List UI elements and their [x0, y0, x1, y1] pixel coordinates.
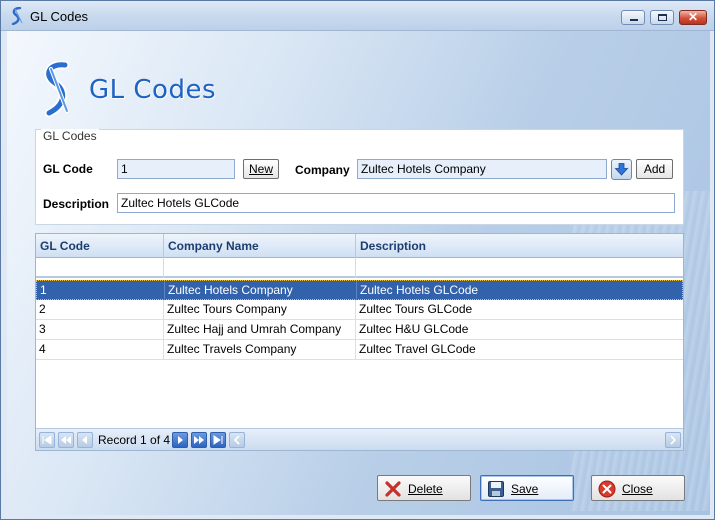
- description-input[interactable]: [117, 193, 675, 213]
- filter-cell-description[interactable]: [356, 258, 683, 278]
- close-button[interactable]: Close: [591, 475, 685, 501]
- minimize-icon: [630, 19, 638, 21]
- gl-codes-group: GL Code New Company Add Description: [35, 129, 684, 225]
- cell-gl-code[interactable]: 3: [36, 320, 164, 339]
- cell-description[interactable]: Zultec H&U GLCode: [356, 320, 683, 339]
- save-button[interactable]: Save: [480, 475, 574, 501]
- description-label: Description: [43, 197, 110, 211]
- cell-description[interactable]: Zultec Tours GLCode: [356, 300, 683, 319]
- filter-cell-company-name[interactable]: [164, 258, 356, 278]
- gl-code-label: GL Code: [43, 162, 93, 176]
- close-circle-icon: [598, 480, 616, 498]
- table-row[interactable]: 4 Zultec Travels Company Zultec Travel G…: [36, 340, 683, 360]
- previous-page-icon: [61, 436, 71, 444]
- cell-gl-code[interactable]: 4: [36, 340, 164, 359]
- add-company-button[interactable]: Add: [636, 159, 673, 179]
- client-area: GL Codes GL Code New Company Add Descrip…: [7, 31, 710, 515]
- logo-icon: [44, 61, 70, 118]
- cell-gl-code[interactable]: 1: [37, 281, 165, 300]
- new-button[interactable]: New: [243, 159, 279, 179]
- cell-company-name[interactable]: Zultec Travels Company: [164, 340, 356, 359]
- record-counter: Record 1 of 4: [98, 433, 171, 447]
- close-window-button[interactable]: ✕: [679, 10, 707, 25]
- column-header-description[interactable]: Description: [356, 234, 683, 258]
- title-bar[interactable]: GL Codes ✕: [1, 1, 714, 31]
- next-record-button[interactable]: [172, 432, 188, 448]
- close-icon: ✕: [687, 10, 699, 24]
- main-window: GL Codes ✕ GL Codes GL Code New Company: [0, 0, 715, 520]
- gl-codes-grid: GL Code Company Name Description 1 Zulte…: [35, 233, 684, 451]
- scroll-left-button[interactable]: [229, 432, 245, 448]
- scroll-left-icon: [233, 435, 240, 445]
- company-label: Company: [295, 163, 350, 177]
- delete-button-label: Delete: [408, 482, 443, 496]
- last-page-button[interactable]: [210, 432, 226, 448]
- next-page-icon: [194, 436, 204, 444]
- last-page-icon: [213, 435, 223, 445]
- cell-description[interactable]: Zultec Hotels GLCode: [357, 281, 682, 300]
- save-disk-icon: [488, 481, 504, 497]
- filter-row[interactable]: [36, 258, 683, 278]
- previous-record-icon: [82, 436, 87, 444]
- previous-page-button[interactable]: [58, 432, 74, 448]
- grid-header: GL Code Company Name Description: [36, 234, 683, 258]
- filter-cell-gl-code[interactable]: [36, 258, 164, 278]
- company-field[interactable]: [357, 159, 607, 179]
- table-row[interactable]: 3 Zultec Hajj and Umrah Company Zultec H…: [36, 320, 683, 340]
- first-page-button[interactable]: [39, 432, 55, 448]
- minimize-button[interactable]: [621, 10, 645, 25]
- dropdown-arrow-icon: [614, 163, 629, 176]
- column-header-company-name[interactable]: Company Name: [164, 234, 356, 258]
- cell-company-name[interactable]: Zultec Hajj and Umrah Company: [164, 320, 356, 339]
- group-title: GL Codes: [41, 129, 99, 143]
- table-row[interactable]: 2 Zultec Tours Company Zultec Tours GLCo…: [36, 300, 683, 320]
- cell-description[interactable]: Zultec Travel GLCode: [356, 340, 683, 359]
- scroll-right-button[interactable]: [665, 432, 681, 448]
- close-button-label: Close: [622, 482, 653, 496]
- maximize-button[interactable]: [650, 10, 674, 25]
- window-title: GL Codes: [30, 9, 89, 24]
- next-page-button[interactable]: [191, 432, 207, 448]
- cell-company-name[interactable]: Zultec Hotels Company: [165, 281, 357, 300]
- previous-record-button[interactable]: [77, 432, 93, 448]
- table-row[interactable]: 1 Zultec Hotels Company Zultec Hotels GL…: [36, 280, 683, 300]
- delete-button[interactable]: Delete: [377, 475, 471, 501]
- delete-x-icon: [385, 481, 401, 497]
- scroll-right-icon: [670, 435, 677, 445]
- first-page-icon: [42, 435, 52, 445]
- column-header-gl-code[interactable]: GL Code: [36, 234, 164, 258]
- next-record-icon: [178, 436, 183, 444]
- cell-gl-code[interactable]: 2: [36, 300, 164, 319]
- page-title: GL Codes: [89, 75, 217, 105]
- new-button-label: New: [248, 162, 273, 176]
- company-dropdown-button[interactable]: [611, 159, 632, 180]
- record-navigator: Record 1 of 4: [36, 428, 683, 450]
- save-button-label: Save: [511, 482, 539, 496]
- app-icon: [11, 7, 23, 25]
- cell-company-name[interactable]: Zultec Tours Company: [164, 300, 356, 319]
- maximize-icon: [658, 14, 667, 21]
- gl-code-input[interactable]: [117, 159, 235, 179]
